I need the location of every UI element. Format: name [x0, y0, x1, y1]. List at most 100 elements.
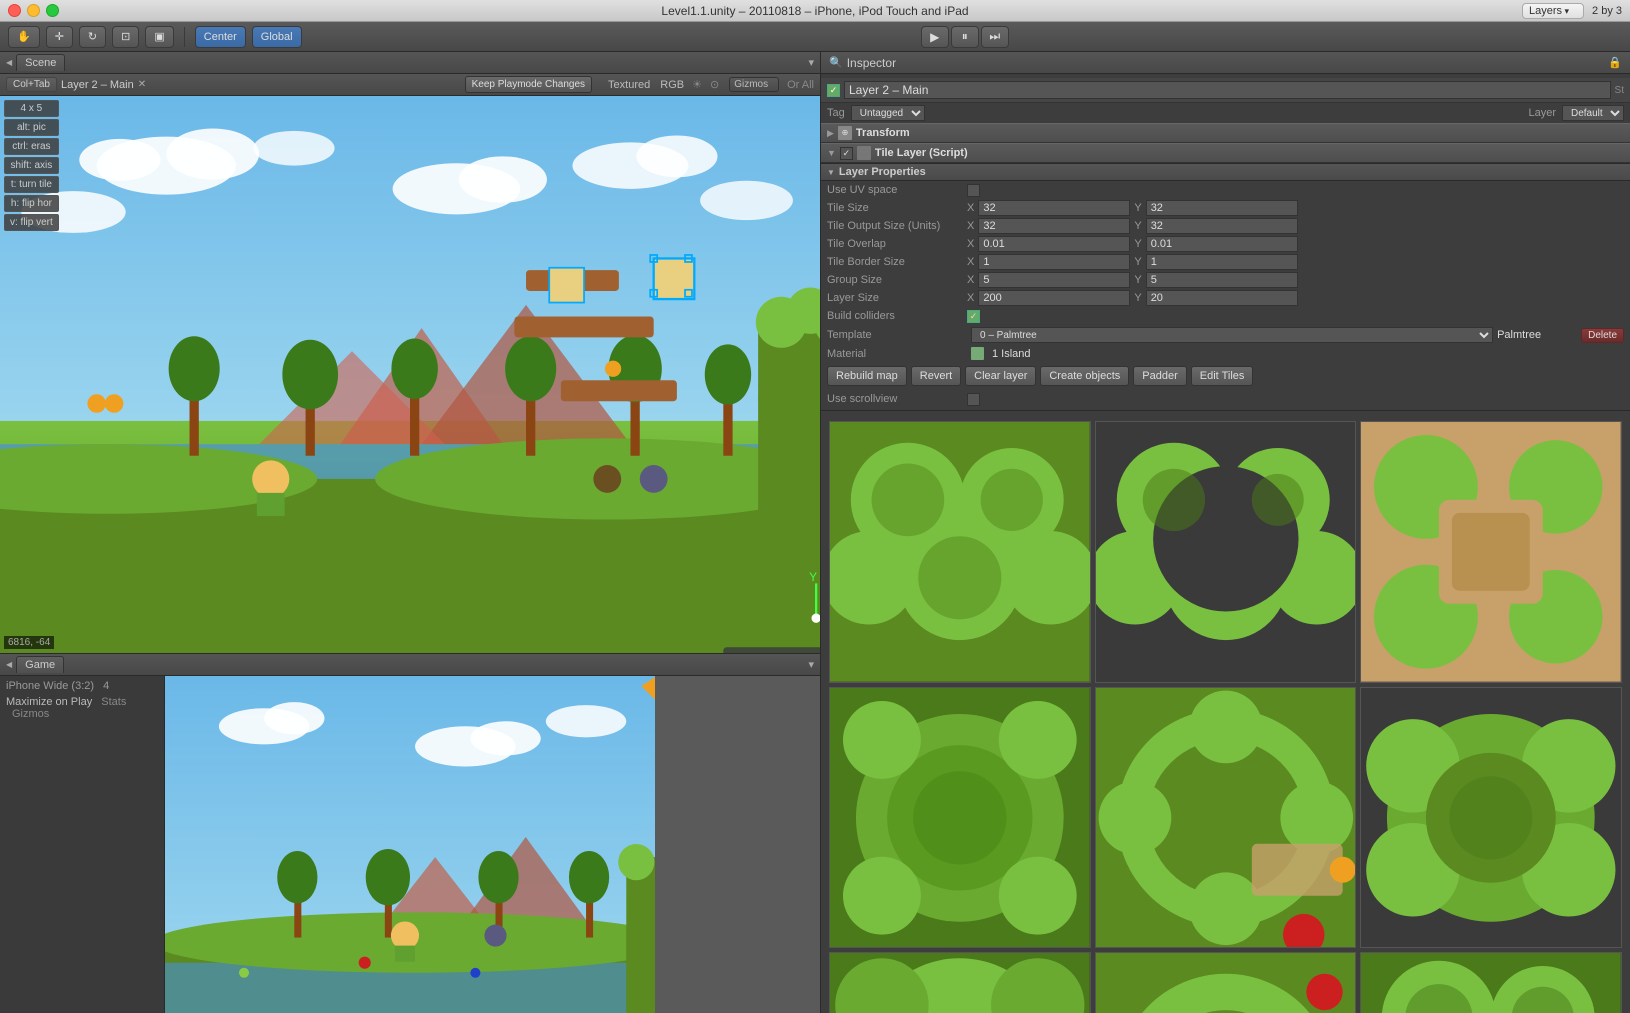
tile-cell-6[interactable] — [1360, 687, 1622, 949]
inspector-lock[interactable]: 🔒 — [1608, 56, 1622, 69]
use-uv-checkbox[interactable] — [967, 184, 980, 197]
transform-icon: ⊕ — [838, 126, 852, 140]
play-button[interactable]: ▶ — [921, 26, 949, 48]
tile-size-y-input[interactable] — [1146, 200, 1298, 216]
shortcut-btn-flip-vert[interactable]: v: flip vert — [4, 214, 59, 231]
minimize-button[interactable] — [27, 4, 40, 17]
group-size-y-input[interactable] — [1146, 272, 1298, 288]
tile-cell-1[interactable] — [829, 421, 1091, 683]
template-label: Template — [827, 329, 967, 341]
revert-button[interactable]: Revert — [911, 366, 961, 386]
scene-tab[interactable]: Scene — [16, 54, 65, 71]
tile-cell-7[interactable] — [829, 952, 1091, 1013]
tile-overlap-label: Tile Overlap — [827, 238, 967, 250]
inspector-obj-header: ✓ St — [821, 78, 1630, 103]
shortcut-btn-alt-pic[interactable]: alt: pic — [4, 119, 59, 136]
maximize-button[interactable] — [46, 4, 59, 17]
tile-overlap-row: Tile Overlap X Y — [821, 235, 1630, 253]
clear-layer-button[interactable]: Clear layer — [965, 366, 1036, 386]
material-label: Material — [827, 348, 967, 360]
shortcut-btn-4x5[interactable]: 4 x 5 — [4, 100, 59, 117]
tile-cell-4[interactable] — [829, 687, 1091, 949]
tile-layer-fold-arrow[interactable]: ▼ — [827, 148, 836, 158]
coord-display: 6816, -64 — [4, 636, 54, 649]
tile-cell-8[interactable] — [1095, 952, 1357, 1013]
tile-output-y-input[interactable] — [1146, 218, 1298, 234]
move-tool-button[interactable]: ✛ — [46, 26, 73, 48]
col-tab[interactable]: Col+Tab — [6, 77, 57, 92]
layer-props-arrow[interactable]: ▼ — [827, 168, 835, 177]
shortcut-btn-turn-tile[interactable]: t: turn tile — [4, 176, 59, 193]
tile-cell-9[interactable] — [1360, 952, 1622, 1013]
game-viewport[interactable] — [165, 676, 655, 1013]
close-button[interactable] — [8, 4, 21, 17]
tile-border-y-input[interactable] — [1146, 254, 1298, 270]
or-all-label: Or All — [787, 79, 814, 91]
game-gizmos[interactable]: Gizmos — [12, 708, 49, 720]
template-dropdown[interactable]: 0 – Palmtree — [971, 327, 1493, 343]
tile-overlap-x-input[interactable] — [978, 236, 1130, 252]
layer-size-x-input[interactable] — [978, 290, 1130, 306]
tile-layer-enabled-checkbox[interactable]: ✓ — [840, 147, 853, 160]
window-title: Level1.1.unity – 20110818 – iPhone, iPod… — [661, 4, 968, 18]
tile-output-xy: X Y — [967, 218, 1298, 234]
layer-size-y-input[interactable] — [1146, 290, 1298, 306]
shortcut-btn-shift-axis[interactable]: shift: axis — [4, 157, 59, 174]
tile-cell-3[interactable] — [1360, 421, 1622, 683]
game-collapse-btn[interactable]: ▾ — [808, 658, 814, 671]
transform-title: Transform — [856, 127, 910, 139]
tile-output-x-input[interactable] — [978, 218, 1130, 234]
use-scrollview-checkbox[interactable] — [967, 393, 980, 406]
step-button[interactable]: ⏭ — [981, 26, 1009, 48]
tile-border-x-input[interactable] — [978, 254, 1130, 270]
layer-size-row: Layer Size X Y — [821, 289, 1630, 307]
stats-btn[interactable]: Stats — [101, 696, 126, 708]
padder-button[interactable]: Padder — [1133, 366, 1186, 386]
layer-dropdown[interactable]: Default — [1562, 105, 1624, 121]
tile-overlap-y-input[interactable] — [1146, 236, 1298, 252]
title-bar: Level1.1.unity – 20110818 – iPhone, iPod… — [0, 0, 1630, 22]
maximize-on-play[interactable]: Maximize on Play — [6, 696, 92, 708]
edit-tiles-button[interactable]: Edit Tiles — [1191, 366, 1254, 386]
tag-dropdown[interactable]: Untagged — [851, 105, 925, 121]
keep-playmode-button[interactable]: Keep Playmode Changes — [465, 76, 592, 93]
game-tab[interactable]: Game — [16, 656, 64, 673]
divider-1 — [821, 410, 1630, 411]
obj-name-field[interactable] — [844, 81, 1611, 99]
group-size-row: Group Size X Y — [821, 271, 1630, 289]
rebuild-map-button[interactable]: Rebuild map — [827, 366, 907, 386]
delete-button[interactable]: Delete — [1581, 328, 1624, 343]
scene-toolbar: ◀ Scene ▾ — [0, 52, 820, 74]
shortcut-btn-ctrl-erase[interactable]: ctrl: eras — [4, 138, 59, 155]
scene-tab-label: Scene — [25, 57, 56, 69]
center-button[interactable]: Center — [195, 26, 246, 48]
obj-active-checkbox[interactable]: ✓ — [827, 84, 840, 97]
hand-tool-button[interactable]: ✋ — [8, 26, 40, 48]
pause-button[interactable]: ⏸ — [951, 26, 979, 48]
create-objects-button[interactable]: Create objects — [1040, 366, 1129, 386]
scale-tool-button[interactable]: ⊡ — [112, 26, 139, 48]
tile-layer-component-header: ▼ ✓ Tile Layer (Script) — [821, 143, 1630, 163]
build-colliders-check: ✓ — [970, 311, 978, 322]
use-scrollview-row: Use scrollview — [821, 390, 1630, 408]
group-size-x-input[interactable] — [978, 272, 1130, 288]
tile-size-x-input[interactable] — [978, 200, 1130, 216]
transform-fold-arrow[interactable]: ▶ — [827, 128, 834, 139]
scene-collapse-btn[interactable]: ▾ — [808, 56, 814, 69]
tile-border-label: Tile Border Size — [827, 256, 967, 268]
layer-close[interactable]: ✕ — [138, 79, 146, 90]
tile-cell-5[interactable] — [1095, 687, 1357, 949]
layers-dropdown[interactable]: Layers — [1522, 3, 1584, 19]
layer-size-y-label: Y — [1134, 292, 1141, 304]
global-button[interactable]: Global — [252, 26, 302, 48]
build-colliders-checkbox[interactable]: ✓ — [967, 310, 980, 323]
scene-canvas[interactable]: X Y Z Create objects 0 – Palmtree — [0, 96, 820, 653]
tile-cell-2[interactable] — [1095, 421, 1357, 683]
tile-overlap-y-label: Y — [1134, 238, 1141, 250]
shortcut-btn-flip-hor[interactable]: h: flip hor — [4, 195, 59, 212]
game-scale: 4 — [103, 680, 109, 692]
rotate-tool-button[interactable]: ↻ — [79, 26, 106, 48]
template-row: Template 0 – Palmtree Palmtree Delete — [821, 325, 1630, 345]
gizmos-dropdown[interactable]: Gizmos — [729, 77, 779, 92]
rect-tool-button[interactable]: ▣ — [145, 26, 173, 48]
